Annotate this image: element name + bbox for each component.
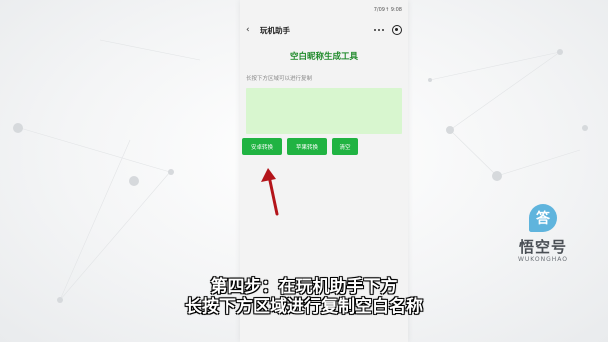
clear-button[interactable]: 清空 [332, 138, 358, 155]
android-convert-button[interactable]: 安卓转换 [242, 138, 282, 155]
blank-name-copy-area[interactable] [246, 88, 402, 134]
nav-bar: ‹ 玩机助手 [240, 20, 408, 40]
logo-bubble-icon: 答 [529, 204, 557, 232]
caption-line-2: 长按下方区域进行复制空白名称 [185, 297, 423, 317]
copy-hint-text: 长按下方区域可以进行复制 [246, 76, 313, 82]
wukonghao-logo: 答 悟空号 WUKONGHAO [512, 204, 574, 274]
more-icon[interactable] [374, 26, 384, 34]
logo-name: 悟空号 [518, 238, 567, 256]
button-row: 安卓转换 苹果转换 清空 [242, 138, 358, 155]
back-icon[interactable]: ‹ [246, 25, 256, 35]
close-icon[interactable] [392, 25, 402, 35]
status-bar: 7/09↑ 9:08 [240, 0, 408, 20]
status-bar-text: 7/09↑ 9:08 [373, 7, 402, 13]
page-title: 空白昵称生成工具 [289, 52, 358, 62]
apple-convert-button[interactable]: 苹果转换 [287, 138, 327, 155]
nav-title: 玩机助手 [260, 25, 290, 35]
logo-subtitle: WUKONGHAO [517, 256, 569, 263]
red-arrow-icon [261, 168, 279, 216]
